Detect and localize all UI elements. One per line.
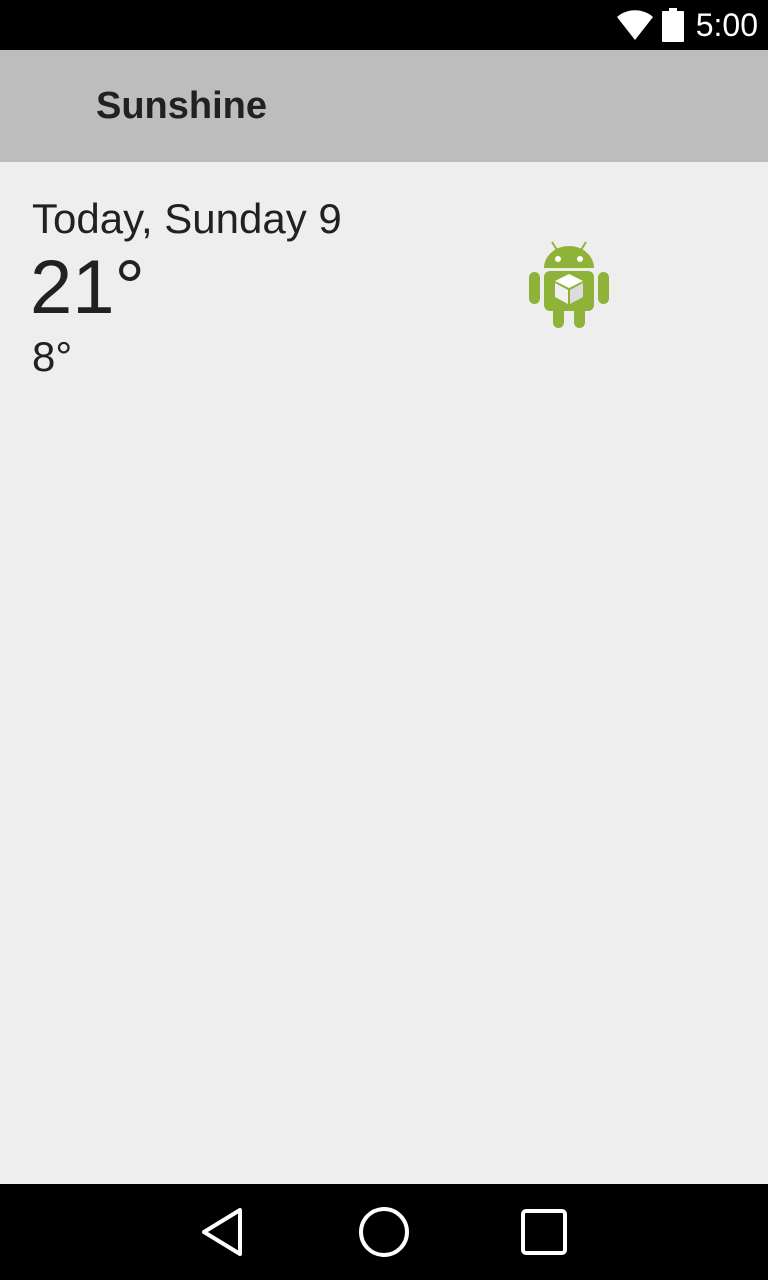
app-bar: Sunshine: [0, 50, 768, 162]
app-title: Sunshine: [96, 85, 268, 127]
today-forecast-detail[interactable]: Today, Sunday 9 21° 8°: [0, 162, 768, 1184]
wifi-icon: [616, 10, 653, 40]
status-time: 5:00: [695, 7, 758, 43]
back-icon[interactable]: [194, 1202, 254, 1262]
recents-icon[interactable]: [514, 1202, 574, 1262]
high-temperature: 21°: [30, 245, 145, 330]
low-temperature: 8°: [32, 333, 73, 380]
day-label: Today, Sunday 9: [32, 195, 342, 242]
home-icon[interactable]: [354, 1202, 414, 1262]
battery-icon: [661, 8, 684, 42]
android-placeholder-icon: [529, 241, 609, 328]
navigation-bar: [0, 1184, 768, 1280]
status-icons: 5:00: [616, 0, 758, 50]
status-bar: 5:00: [0, 0, 768, 50]
